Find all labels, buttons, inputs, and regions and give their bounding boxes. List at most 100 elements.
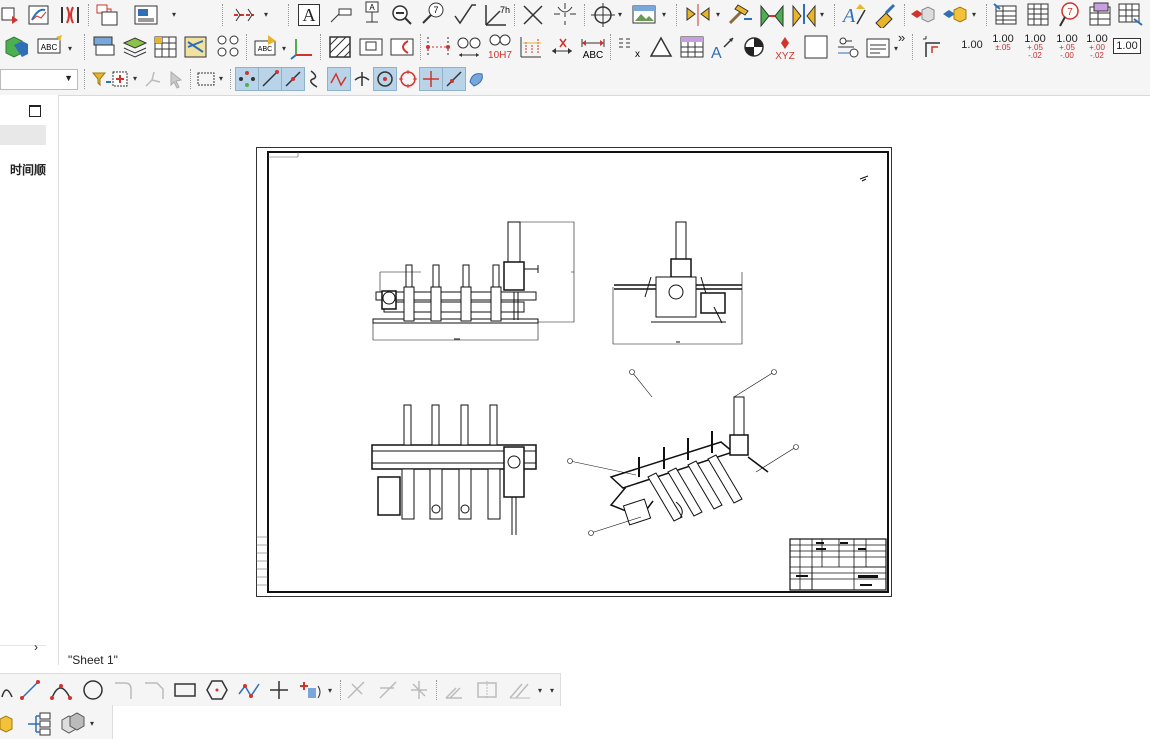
list-item[interactable] — [0, 265, 46, 286]
extend-disabled-icon[interactable] — [376, 678, 402, 702]
center-of-mass-icon[interactable] — [740, 33, 768, 61]
rectangle-icon[interactable] — [172, 678, 198, 702]
panel-column-header[interactable]: 时间顺 — [0, 161, 46, 178]
leader-note-icon[interactable] — [328, 4, 354, 26]
text-tool-icon[interactable]: A — [297, 2, 321, 28]
chamfer-dim-icon[interactable] — [548, 33, 576, 61]
new-sheet-icon[interactable] — [94, 2, 120, 28]
tolerance-none-button[interactable]: 1.00 — [958, 40, 986, 51]
list-item[interactable] — [0, 225, 46, 246]
tolerance-limit-button[interactable]: 1.00 +.05 -.00 — [1052, 34, 1082, 60]
view-layout-icon[interactable] — [131, 3, 161, 27]
filter-combo-box[interactable]: ▼ — [0, 69, 78, 90]
notes-block-icon[interactable] — [864, 33, 892, 61]
point-icon[interactable] — [266, 678, 292, 702]
list-item[interactable] — [0, 565, 46, 586]
balloon-stack-icon[interactable] — [834, 33, 862, 61]
ordinate-dim-icon[interactable] — [517, 33, 545, 61]
break-view-icon[interactable] — [58, 3, 82, 27]
arc-partial-icon[interactable] — [0, 679, 14, 701]
text-sketch-icon[interactable] — [296, 678, 326, 702]
balloon-note-icon[interactable]: A — [360, 0, 384, 28]
snap-quadrant-icon[interactable] — [397, 68, 419, 90]
snap-center-icon[interactable] — [373, 67, 397, 91]
snap-disabled-icon[interactable] — [142, 68, 164, 90]
snap-perpendicular-icon[interactable] — [351, 68, 373, 90]
sheet-tab-label[interactable]: "Sheet 1" — [68, 653, 118, 667]
link-dims-icon[interactable] — [214, 32, 242, 62]
fillet-icon[interactable] — [112, 678, 138, 702]
centerline-icon[interactable] — [552, 1, 578, 27]
calendar-table-icon[interactable] — [678, 33, 706, 61]
show-body-icon[interactable] — [940, 2, 970, 28]
cross-hatch-icon[interactable] — [520, 3, 546, 27]
snap-curve-icon[interactable] — [305, 68, 327, 90]
layer-properties-icon[interactable] — [90, 33, 118, 61]
snap-tangent-icon[interactable] — [442, 67, 466, 91]
list-item[interactable] — [0, 345, 46, 366]
snap-intersection-icon[interactable] — [419, 67, 443, 91]
polygon-icon[interactable] — [204, 678, 230, 702]
chamfer-icon[interactable] — [142, 678, 168, 702]
arc-icon[interactable] — [48, 678, 74, 702]
zoom-out-icon[interactable] — [390, 3, 414, 27]
datum-feature-icon[interactable]: 7 — [420, 1, 446, 27]
add-select-icon[interactable] — [110, 68, 132, 90]
list-item[interactable] — [0, 605, 46, 626]
smart-dimension-icon[interactable] — [424, 33, 452, 61]
list-item[interactable] — [0, 445, 46, 466]
list-item[interactable] — [0, 365, 46, 386]
list-item[interactable] — [0, 625, 46, 646]
surface-finish-icon[interactable] — [452, 2, 476, 28]
list-item[interactable] — [0, 305, 46, 326]
weld-symbol-icon[interactable]: 7h — [482, 1, 510, 28]
hammer-weld-icon[interactable] — [724, 1, 754, 28]
tolerance-basic-button[interactable]: 1.00 — [1113, 38, 1141, 54]
hide-body-icon[interactable] — [908, 2, 938, 28]
list-item[interactable] — [0, 205, 46, 226]
list-item[interactable] — [0, 385, 46, 406]
blank-box-icon[interactable] — [802, 33, 830, 61]
abc-dimension-icon[interactable]: ABC — [578, 33, 608, 61]
auto-balloon-icon[interactable] — [684, 2, 712, 28]
list-item[interactable] — [0, 405, 46, 426]
snap-grid-icon[interactable] — [466, 68, 488, 90]
list-item[interactable] — [0, 485, 46, 506]
list-item[interactable] — [0, 525, 46, 546]
list-item[interactable] — [0, 425, 46, 446]
box-select-icon[interactable] — [195, 68, 217, 90]
list-item[interactable] — [0, 465, 46, 486]
revision-table-icon[interactable] — [1086, 1, 1114, 28]
text-style-icon[interactable]: A — [840, 1, 868, 28]
component-cubes-icon[interactable] — [58, 710, 88, 736]
list-item[interactable] — [0, 545, 46, 566]
list-item[interactable] — [0, 185, 46, 206]
circle-icon[interactable] — [80, 678, 106, 702]
snap-endpoint-icon[interactable] — [258, 67, 282, 91]
revision-symbol-icon[interactable]: 7 — [1056, 1, 1084, 28]
block-icon[interactable] — [357, 33, 385, 61]
layers-stack-icon[interactable] — [121, 33, 149, 61]
spline-icon[interactable] — [236, 678, 262, 702]
table-x-icon[interactable]: x — [616, 33, 644, 61]
yellow-bend-icon[interactable] — [790, 1, 818, 28]
snap-spline-icon[interactable] — [327, 67, 351, 91]
tolerance-symmetric-button[interactable]: 1.00 ±.05 — [988, 34, 1018, 52]
abc-box-icon[interactable]: ABC — [252, 33, 280, 61]
tolerance-fit-button[interactable]: 1.00 +.00 -.02 — [1082, 34, 1112, 60]
maximize-icon[interactable] — [29, 105, 41, 117]
snap-points-icon[interactable] — [235, 67, 259, 91]
pattern-disabled-icon[interactable] — [506, 678, 536, 702]
model-items-icon[interactable] — [2, 33, 30, 61]
corner-trim-icon[interactable] — [920, 33, 948, 61]
more-tools-button[interactable]: » — [898, 30, 905, 45]
list-item[interactable] — [0, 245, 46, 266]
fit-tolerance-icon[interactable]: 10H7 — [486, 32, 514, 62]
style-painter-icon[interactable] — [872, 1, 900, 28]
filter-icon[interactable] — [90, 68, 112, 90]
abc-note-icon[interactable]: ABC — [36, 33, 66, 61]
line-format-icon[interactable] — [182, 33, 210, 61]
leader-a-icon[interactable]: A — [708, 33, 736, 61]
general-table-icon[interactable] — [1024, 1, 1052, 28]
sheet-arrow-icon[interactable] — [0, 4, 22, 26]
